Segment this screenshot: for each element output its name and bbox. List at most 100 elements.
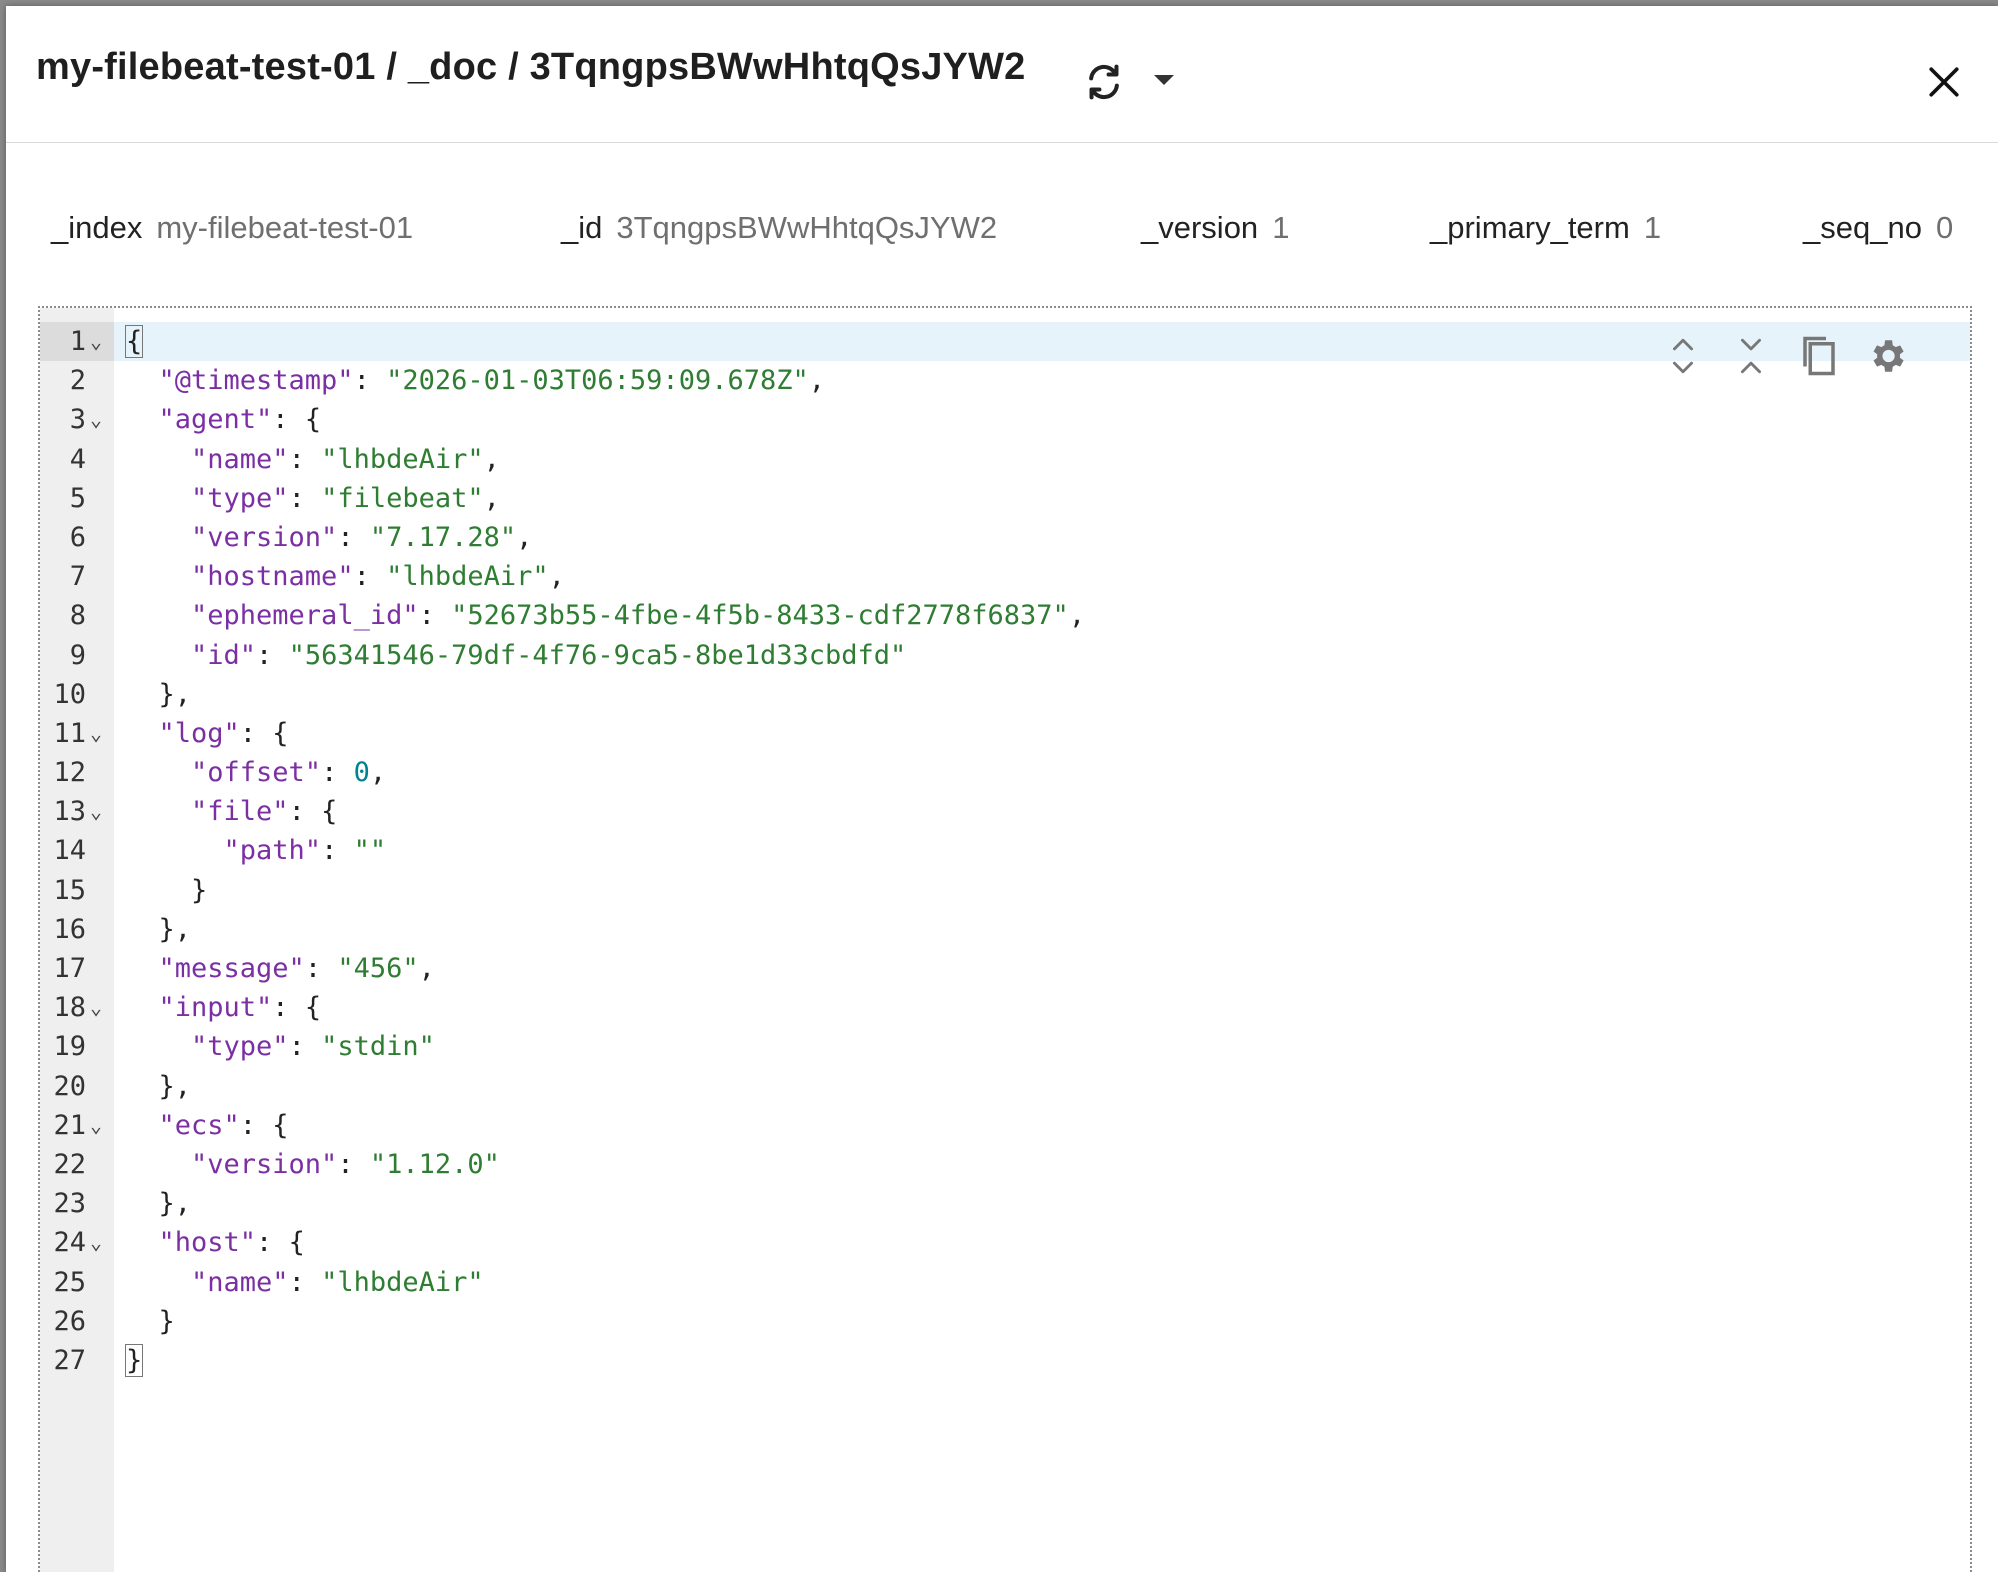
json-separator: :: [256, 1227, 289, 1259]
json-key: "ecs": [158, 1109, 240, 1141]
fold-toggle-icon[interactable]: ⌄: [90, 322, 108, 361]
document-meta-row: _index my-filebeat-test-01 _id 3TqngpsBWwH…: [6, 206, 1998, 256]
code-line[interactable]: 4 "name": "lhbdeAir",: [40, 440, 1970, 479]
line-number: 26: [53, 1305, 86, 1337]
json-key: "path": [223, 835, 322, 867]
json-punctuation: {: [304, 992, 322, 1024]
refresh-icon[interactable]: [1078, 56, 1130, 108]
code-line[interactable]: 16},: [40, 910, 1970, 949]
code-text: "path": "": [224, 831, 387, 870]
code-text: }: [159, 1302, 175, 1341]
fold-toggle-icon[interactable]: ⌄: [90, 1106, 108, 1145]
fold-toggle-icon[interactable]: ⌄: [90, 792, 108, 831]
json-separator: :: [321, 757, 354, 789]
code-line[interactable]: 5 "type": "filebeat",: [40, 479, 1970, 518]
code-line[interactable]: 25 "name": "lhbdeAir": [40, 1263, 1970, 1302]
copy-icon[interactable]: [1796, 333, 1842, 379]
meta-value: 3TqngpsBWwHhtqQsJYW2: [616, 210, 998, 245]
line-number: 17: [53, 953, 86, 984]
collapse-all-icon[interactable]: [1728, 333, 1774, 379]
line-number: 15: [53, 874, 86, 906]
json-value: "stdin": [321, 1031, 435, 1063]
json-punctuation: },: [158, 913, 192, 945]
code-line[interactable]: 6 "version": "7.17.28",: [40, 518, 1970, 557]
json-separator: :: [353, 561, 387, 593]
json-separator: :: [272, 992, 305, 1024]
code-line[interactable]: 12 "offset": 0,: [40, 753, 1970, 792]
json-key: "host": [158, 1227, 257, 1259]
json-key: "@timestamp": [158, 365, 354, 397]
json-editor[interactable]: 1 ⌄{2 "@timestamp": "2026-01-03T06:59:09.6…: [38, 306, 1972, 1572]
expand-all-icon[interactable]: [1660, 333, 1706, 379]
code-line[interactable]: 20},: [40, 1067, 1970, 1106]
json-punctuation: },: [158, 1188, 192, 1220]
code-line[interactable]: 21 ⌄ "ecs": {: [40, 1106, 1970, 1145]
settings-icon[interactable]: [1864, 333, 1910, 379]
line-number: 16: [53, 913, 86, 945]
code-line[interactable]: 18 ⌄ "input": {: [40, 988, 1970, 1027]
close-icon[interactable]: [1918, 56, 1970, 108]
json-punctuation: },: [158, 1070, 192, 1102]
code-line[interactable]: 27}: [40, 1341, 1970, 1380]
code-line[interactable]: 8 "ephemeral_id": "52673b55-4fbe-4f5b-843…: [40, 596, 1970, 635]
json-punctuation: ,: [808, 365, 825, 397]
json-value: "lhbdeAir": [386, 561, 549, 593]
line-number: 7: [69, 561, 86, 593]
json-punctuation: ,: [369, 757, 387, 789]
code-line[interactable]: 14 "path": "": [40, 831, 1970, 870]
json-key: "name": [191, 443, 289, 475]
code-text: },: [159, 1067, 192, 1106]
fold-toggle-icon[interactable]: ⌄: [90, 714, 108, 753]
json-value: "2026-01-03T06:59:09.678Z": [386, 365, 809, 397]
code-line[interactable]: 13 ⌄ "file": {: [40, 792, 1970, 831]
json-key: "file": [191, 796, 289, 828]
json-separator: :: [288, 443, 322, 475]
code-line[interactable]: 15}: [40, 871, 1970, 910]
json-separator: :: [256, 639, 289, 671]
code-line[interactable]: 11 ⌄ "log": {: [40, 714, 1970, 753]
code-line[interactable]: 17 "message": "456",: [40, 949, 1970, 988]
meta-version: _version 1: [1141, 210, 1289, 246]
dialog-header: my-filebeat-test-01 / _doc / 3TqngpsBWwH…: [6, 6, 1998, 143]
fold-toggle-icon[interactable]: ⌄: [90, 1223, 108, 1262]
line-number: 4: [69, 443, 86, 475]
meta-key: _version: [1141, 210, 1259, 245]
fold-toggle-icon[interactable]: ⌄: [90, 400, 108, 439]
fold-toggle-icon[interactable]: ⌄: [90, 988, 108, 1027]
code-line[interactable]: 22 "version": "1.12.0": [40, 1145, 1970, 1184]
code-line[interactable]: 7 "hostname": "lhbdeAir",: [40, 557, 1970, 596]
code-line[interactable]: 3 ⌄ "agent": {: [40, 400, 1970, 439]
meta-key: _id: [561, 210, 603, 245]
json-punctuation: ,: [1068, 600, 1086, 632]
code-text: "hostname": "lhbdeAir",: [191, 557, 565, 596]
code-line[interactable]: 19 "type": "stdin": [40, 1027, 1970, 1066]
json-key: "version": [191, 521, 338, 553]
code-text: "ecs": {: [159, 1106, 289, 1145]
document-dialog: my-filebeat-test-01 / _doc / 3TqngpsBWwH…: [6, 6, 1998, 1572]
code-line[interactable]: 10},: [40, 675, 1970, 714]
line-number: 25: [53, 1266, 86, 1298]
caret-down-icon[interactable]: [1146, 62, 1182, 98]
json-value: "52673b55-4fbe-4f5b-8433-cdf2778f6837": [451, 600, 1069, 632]
code-text: },: [159, 910, 192, 949]
code-line[interactable]: 26}: [40, 1302, 1970, 1341]
code-line[interactable]: 9 "id": "56341546-79df-4f76-9ca5-8be1d33c…: [40, 636, 1970, 675]
document-title: my-filebeat-test-01 / _doc / 3TqngpsBWwH…: [36, 46, 1026, 88]
code-text: }: [191, 871, 207, 910]
json-key: "hostname": [191, 561, 354, 593]
meta-value: 1: [1643, 210, 1662, 245]
code-line[interactable]: 24 ⌄ "host": {: [40, 1223, 1970, 1262]
code-line[interactable]: 23},: [40, 1184, 1970, 1223]
json-punctuation: ,: [516, 521, 533, 553]
code-lines[interactable]: 1 ⌄{2 "@timestamp": "2026-01-03T06:59:09.6…: [40, 322, 1970, 1380]
meta-value: 1: [1272, 210, 1290, 245]
json-value: "lhbdeAir": [321, 1266, 484, 1298]
json-key: "id": [191, 639, 257, 671]
line-number: 11: [53, 717, 86, 749]
line-number: 2: [69, 365, 86, 397]
line-number: 23: [53, 1188, 86, 1220]
json-separator: :: [288, 1031, 322, 1063]
code-text: "log": {: [159, 714, 289, 753]
json-punctuation: {: [272, 1109, 289, 1141]
json-separator: :: [353, 365, 387, 397]
